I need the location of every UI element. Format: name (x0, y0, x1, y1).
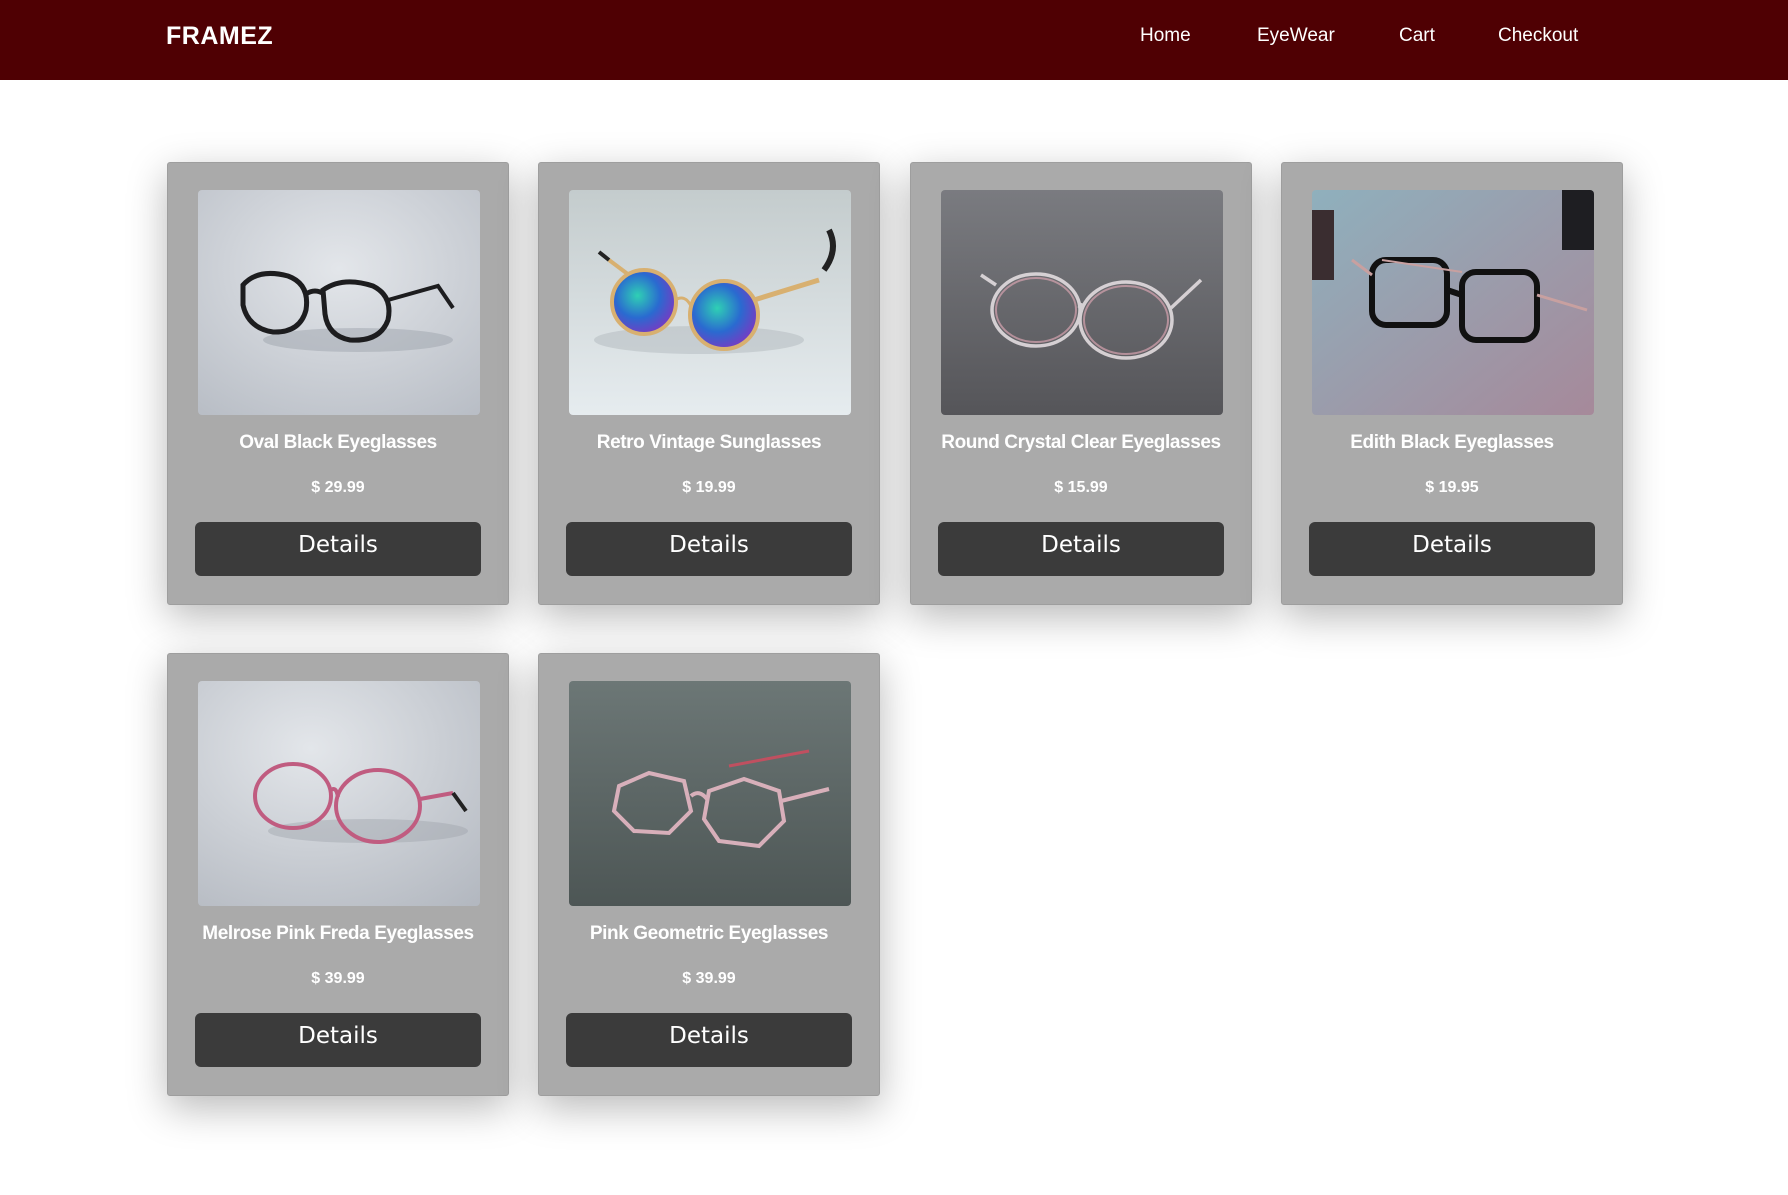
black-oval-glasses-photo (198, 190, 480, 415)
product-price: $ 19.99 (682, 479, 736, 496)
round-mirrored-sunglasses-photo (569, 190, 851, 415)
product-title: Edith Black Eyeglasses (1350, 432, 1554, 453)
product-image[interactable] (1312, 190, 1594, 415)
product-price: $ 39.99 (311, 970, 365, 987)
details-button[interactable]: Details (938, 522, 1224, 576)
product-image[interactable] (569, 681, 851, 906)
black-aviator-glasses-photo (1312, 190, 1594, 415)
product-title: Pink Geometric Eyeglasses (589, 923, 829, 944)
clear-round-glasses-photo (941, 190, 1223, 415)
product-title: Round Crystal Clear Eyeglasses (941, 432, 1221, 453)
product-card: Melrose Pink Freda Eyeglasses $ 39.99 De… (167, 653, 509, 1096)
product-price: $ 39.99 (682, 970, 736, 987)
product-image[interactable] (941, 190, 1223, 415)
details-button[interactable]: Details (566, 522, 852, 576)
product-title: Oval Black Eyeglasses (239, 432, 437, 453)
details-button[interactable]: Details (195, 1013, 481, 1067)
product-price: $ 19.95 (1425, 479, 1479, 496)
details-button[interactable]: Details (1309, 522, 1595, 576)
product-card: Retro Vintage Sunglasses $ 19.99 Details (538, 162, 880, 605)
product-grid: Oval Black Eyeglasses $ 29.99 Details Re… (0, 0, 1788, 1195)
pink-geometric-glasses-photo (569, 681, 851, 906)
product-card: Oval Black Eyeglasses $ 29.99 Details (167, 162, 509, 605)
product-title: Retro Vintage Sunglasses (596, 432, 822, 453)
product-image[interactable] (569, 190, 851, 415)
product-price: $ 29.99 (311, 479, 365, 496)
product-price: $ 15.99 (1054, 479, 1108, 496)
product-title: Melrose Pink Freda Eyeglasses (202, 923, 474, 944)
product-card: Round Crystal Clear Eyeglasses $ 15.99 D… (910, 162, 1252, 605)
pink-round-glasses-photo (198, 681, 480, 906)
details-button[interactable]: Details (566, 1013, 852, 1067)
product-image[interactable] (198, 681, 480, 906)
product-card: Pink Geometric Eyeglasses $ 39.99 Detail… (538, 653, 880, 1096)
details-button[interactable]: Details (195, 522, 481, 576)
product-card: Edith Black Eyeglasses $ 19.95 Details (1281, 162, 1623, 605)
product-image[interactable] (198, 190, 480, 415)
